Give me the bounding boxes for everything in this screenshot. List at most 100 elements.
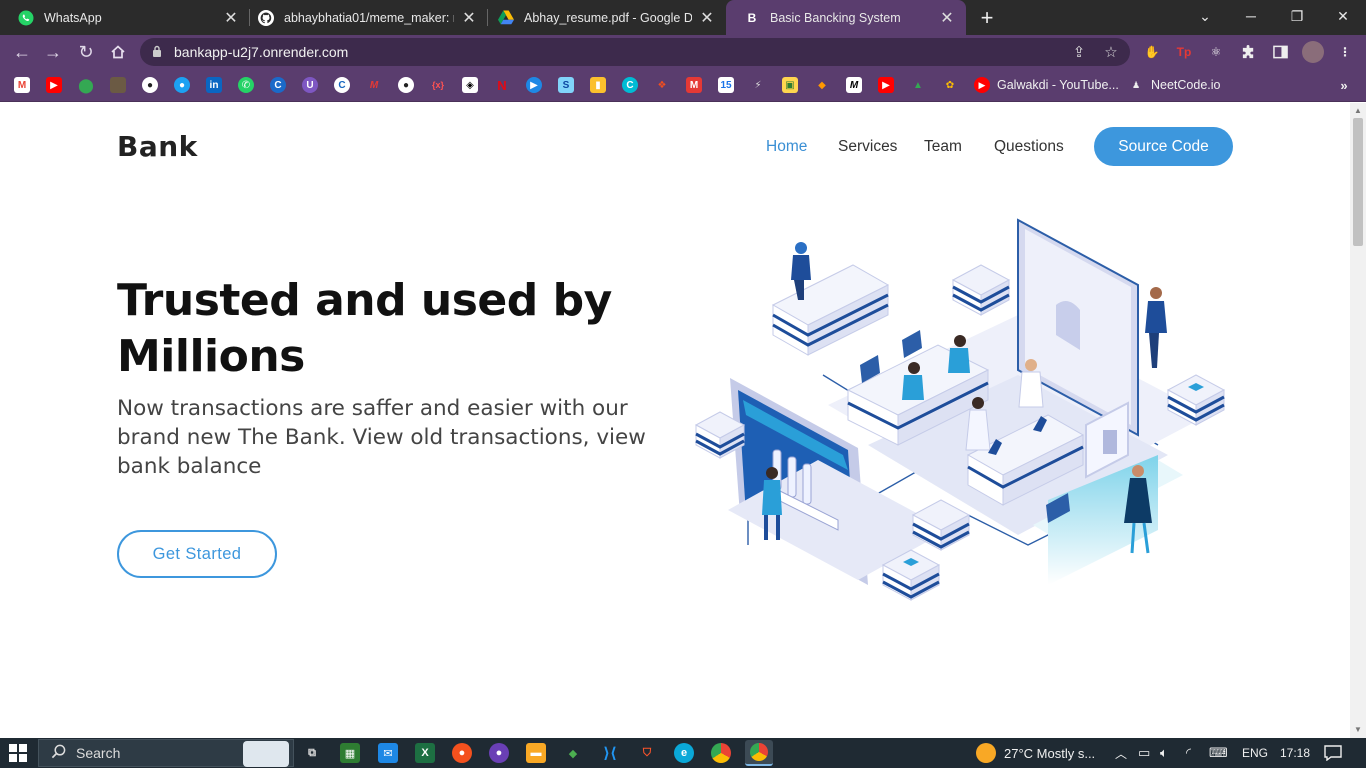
battery-icon[interactable]: ▭ — [1138, 738, 1150, 768]
bolt-icon[interactable]: ⚡ — [750, 77, 766, 93]
github-alt-icon[interactable]: ● — [398, 77, 414, 93]
microsoft-store-icon[interactable]: ▦ — [340, 743, 360, 763]
browser-toolbar: ← → ↻ bankapp-u2j7.onrender.com ⇪ ☆ ✋ Tp… — [0, 35, 1366, 69]
nav-questions[interactable]: Questions — [994, 138, 1064, 156]
sourcetree-icon[interactable]: ◆ — [563, 743, 583, 763]
mathworks-icon[interactable]: M — [366, 77, 382, 93]
postman-icon[interactable]: ● — [452, 743, 472, 763]
url-text: bankapp-u2j7.onrender.com — [174, 44, 349, 60]
keyboard-icon[interactable]: ⌨︎ — [1209, 738, 1228, 768]
chrome-icon[interactable] — [711, 743, 731, 763]
nav-team[interactable]: Team — [924, 138, 962, 156]
google-drive-icon[interactable]: ▲ — [910, 77, 926, 93]
bookmark-galwakdi[interactable]: ▶ Galwakdi - YouTube... — [974, 76, 1119, 94]
tab-github[interactable]: abhaybhatia01/meme_maker: me ✕ — [240, 0, 488, 35]
tab-whatsapp[interactable]: WhatsApp ✕ — [0, 0, 250, 35]
tab-google-drive[interactable]: Abhay_resume.pdf - Google Drive ✕ — [480, 0, 726, 35]
github-desktop-icon[interactable]: ● — [489, 743, 509, 763]
udemy-icon[interactable]: U — [302, 77, 318, 93]
scroll-up-arrow-icon[interactable]: ▲ — [1354, 106, 1362, 115]
file-explorer-icon[interactable]: ▬ — [526, 743, 546, 763]
source-code-button[interactable]: Source Code — [1094, 127, 1233, 166]
clock[interactable]: 17:18 — [1280, 738, 1310, 768]
mail-icon[interactable]: ✉ — [378, 743, 398, 763]
address-bar[interactable]: bankapp-u2j7.onrender.com — [140, 38, 1130, 66]
variables-icon[interactable]: {x} — [430, 77, 446, 93]
windows-start-icon[interactable] — [9, 744, 27, 762]
canva-icon[interactable]: C — [622, 77, 638, 93]
close-tab-icon[interactable]: ✕ — [460, 9, 478, 27]
extensions-puzzle-icon[interactable] — [1239, 43, 1257, 61]
brave-icon[interactable]: ⛉ — [637, 743, 657, 763]
netflix-icon[interactable]: N — [494, 77, 510, 93]
weather-widget[interactable]: 27°C Mostly s... — [976, 738, 1095, 768]
google-photos-icon[interactable]: ✿ — [942, 77, 958, 93]
linkedin-icon[interactable]: in — [206, 77, 222, 93]
keep-notes-icon[interactable]: ▮ — [590, 77, 606, 93]
calendar-icon[interactable]: 15 — [718, 77, 734, 93]
gmail-icon[interactable]: M — [14, 77, 30, 93]
forward-arrow-icon[interactable]: → — [40, 39, 66, 65]
close-tab-icon[interactable]: ✕ — [698, 9, 716, 27]
brand-logo[interactable]: Bank — [117, 130, 198, 163]
tab-title: WhatsApp — [44, 10, 102, 25]
volume-icon[interactable]: 🔈︎ — [1160, 738, 1168, 768]
more-bookmarks-chevron-icon[interactable]: » — [1336, 77, 1352, 93]
menu-kebab-icon[interactable]: ⋮ — [1336, 43, 1354, 61]
play-icon[interactable]: ▶ — [526, 77, 542, 93]
taskbar-search-box[interactable]: Search — [38, 739, 294, 767]
close-tab-icon[interactable]: ✕ — [938, 9, 956, 27]
diamond-icon[interactable]: ◆ — [814, 77, 830, 93]
reload-icon[interactable]: ↻ — [73, 39, 99, 65]
get-started-button[interactable]: Get Started — [117, 530, 277, 578]
m-bookmark-icon[interactable]: M — [686, 77, 702, 93]
share-icon[interactable]: ⇪ — [1069, 42, 1089, 62]
back-arrow-icon[interactable]: ← — [9, 39, 35, 65]
nav-home[interactable]: Home — [766, 138, 807, 156]
adblock-extension-icon[interactable]: ✋ — [1143, 43, 1161, 61]
youtube-icon[interactable]: ▶ — [878, 77, 894, 93]
vscode-icon[interactable]: ⟩⟨ — [600, 743, 620, 763]
medium-icon[interactable]: M — [846, 77, 862, 93]
new-tab-button[interactable]: + — [975, 5, 999, 30]
lock-icon — [152, 44, 162, 60]
task-view-icon[interactable]: ⧉ — [302, 743, 322, 763]
side-panel-icon[interactable] — [1271, 43, 1289, 61]
tp-extension-icon[interactable]: Tp — [1175, 43, 1193, 61]
coursera-icon[interactable]: C — [270, 77, 286, 93]
bookmark-neetcode[interactable]: ♟ NeetCode.io — [1128, 76, 1221, 94]
tab-search-chevron-icon[interactable]: ⌄ — [1182, 0, 1228, 32]
codechef-icon[interactable]: C — [334, 77, 350, 93]
restore-window-button[interactable]: ❐ — [1274, 0, 1320, 32]
nav-services[interactable]: Services — [838, 138, 897, 156]
wifi-icon[interactable]: ◜ — [1186, 738, 1191, 768]
show-hidden-icons-chevron-icon[interactable]: ︿ — [1115, 738, 1127, 768]
close-window-button[interactable]: ✕ — [1320, 0, 1366, 32]
image-bookmark-icon[interactable]: ▣ — [782, 77, 798, 93]
whatsapp-icon — [18, 10, 34, 26]
page-scrollbar[interactable]: ▲ ▼ — [1350, 103, 1366, 738]
minimize-window-button[interactable]: ─ — [1228, 0, 1274, 32]
maps-pin-icon[interactable]: ⬤ — [78, 77, 94, 93]
tab-basic-banking-system[interactable]: B Basic Bancking System ✕ — [726, 0, 966, 35]
home-icon[interactable] — [105, 39, 131, 65]
language-indicator[interactable]: ENG — [1242, 738, 1268, 768]
scrollbar-thumb[interactable] — [1353, 118, 1363, 246]
github-icon[interactable]: ● — [142, 77, 158, 93]
excel-icon[interactable]: X — [415, 743, 435, 763]
figma-icon[interactable]: ❖ — [654, 77, 670, 93]
hashnode-icon[interactable]: ● — [174, 77, 190, 93]
close-tab-icon[interactable]: ✕ — [222, 9, 240, 27]
scroll-down-arrow-icon[interactable]: ▼ — [1354, 725, 1362, 734]
s-bookmark-icon[interactable]: S — [558, 77, 574, 93]
react-devtools-icon[interactable]: ⚛ — [1207, 43, 1225, 61]
notifications-icon[interactable] — [1324, 738, 1342, 768]
youtube-icon[interactable]: ▶ — [46, 77, 62, 93]
chrome-active-taskbar-icon[interactable] — [745, 740, 773, 766]
whatsapp-icon[interactable]: ✆ — [238, 77, 254, 93]
profile-avatar[interactable] — [1302, 41, 1324, 63]
edge-icon[interactable]: e — [674, 743, 694, 763]
photo-bookmark-icon[interactable] — [110, 77, 126, 93]
codepen-icon[interactable]: ◈ — [462, 77, 478, 93]
bookmark-star-icon[interactable]: ☆ — [1101, 42, 1121, 62]
